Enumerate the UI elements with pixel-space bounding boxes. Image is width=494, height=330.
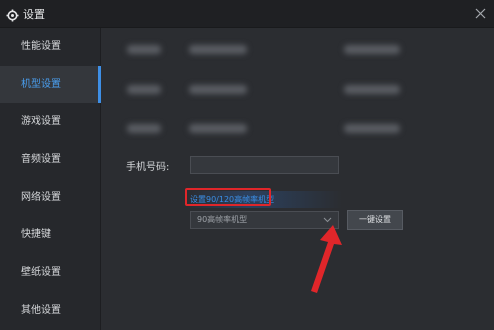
blurred-content bbox=[127, 85, 161, 94]
sidebar-item-label: 性能设置 bbox=[21, 41, 61, 52]
window-title: 设置 bbox=[23, 8, 45, 21]
blurred-content bbox=[344, 45, 400, 54]
blurred-content bbox=[189, 45, 247, 54]
title-bar: 设置 bbox=[0, 0, 494, 28]
sidebar-item-shortcuts[interactable]: 快捷键 bbox=[0, 216, 100, 254]
blurred-content bbox=[189, 124, 247, 133]
sidebar-item-label: 其他设置 bbox=[21, 304, 61, 316]
sidebar-item-label: 音频设置 bbox=[21, 154, 61, 166]
sidebar-item-performance[interactable]: 性能设置 bbox=[0, 28, 100, 66]
sidebar-item-other[interactable]: 其他设置 bbox=[0, 292, 100, 330]
settings-sidebar: 性能设置 机型设置 游戏设置 音频设置 网络设置 快捷键 壁纸设置 其他设置 bbox=[0, 28, 101, 330]
phone-number-label: 手机号码: bbox=[126, 162, 170, 173]
sidebar-item-wallpaper[interactable]: 壁纸设置 bbox=[0, 254, 100, 292]
phone-number-input[interactable] bbox=[190, 156, 339, 174]
annotation-highlight-box bbox=[185, 188, 271, 206]
sidebar-item-label: 壁纸设置 bbox=[21, 267, 61, 279]
close-icon bbox=[475, 8, 485, 18]
blurred-content bbox=[127, 45, 161, 54]
close-button[interactable] bbox=[468, 1, 492, 25]
blurred-content bbox=[344, 85, 400, 94]
blurred-content bbox=[127, 124, 161, 133]
sidebar-item-label: 快捷键 bbox=[21, 229, 51, 241]
arrow-icon bbox=[311, 225, 342, 293]
blurred-content bbox=[189, 85, 247, 94]
sidebar-item-label: 机型设置 bbox=[21, 78, 61, 90]
sidebar-item-network[interactable]: 网络设置 bbox=[0, 179, 100, 217]
sidebar-item-label: 网络设置 bbox=[21, 191, 61, 203]
gear-icon bbox=[6, 7, 19, 22]
model-select-value: 90高帧率机型 bbox=[197, 215, 248, 224]
one-click-apply-button[interactable]: 一键设置 bbox=[347, 210, 403, 230]
sidebar-item-label: 游戏设置 bbox=[21, 116, 61, 128]
sidebar-item-device-model[interactable]: 机型设置 bbox=[0, 65, 101, 104]
blurred-content bbox=[344, 124, 400, 133]
device-model-panel: 手机号码: 设置90/120高帧率机型 90高帧率机型 一键设置 bbox=[101, 28, 494, 330]
sidebar-item-audio[interactable]: 音频设置 bbox=[0, 141, 100, 179]
sidebar-item-game[interactable]: 游戏设置 bbox=[0, 103, 100, 141]
